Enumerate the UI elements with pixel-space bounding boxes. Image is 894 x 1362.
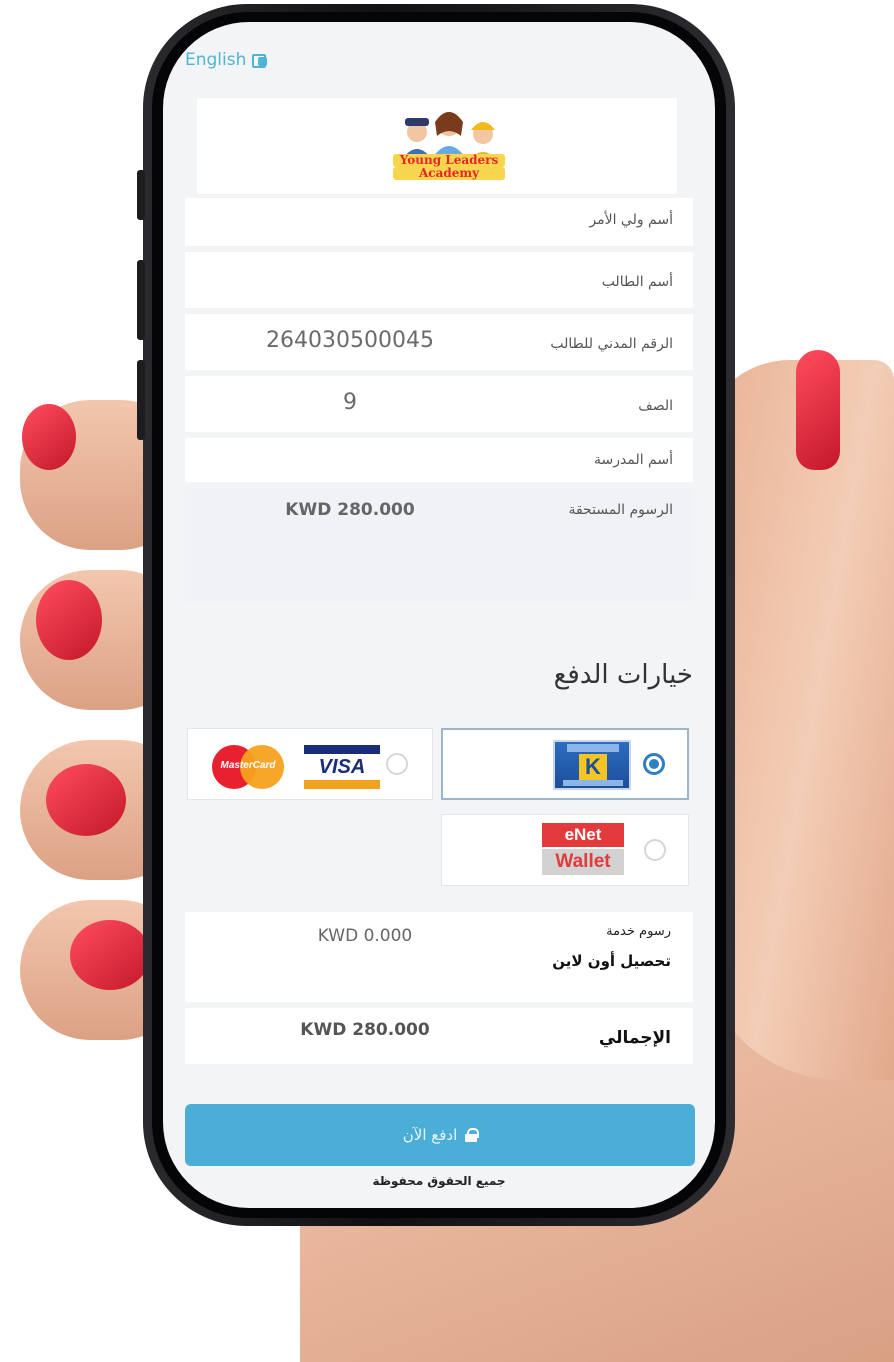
student-name-field[interactable]: أسم الطالب xyxy=(185,252,693,314)
service-fee-label: رسوم خدمة xyxy=(606,924,671,939)
service-fee-sublabel: تحصيل أون لاين xyxy=(552,952,671,970)
school-name-label: أسم المدرسة xyxy=(594,452,673,468)
visa-logo-text: VISA xyxy=(318,756,366,778)
total-label: الإجمالي xyxy=(598,1028,671,1048)
translate-icon xyxy=(252,53,268,68)
guardian-name-label: أسم ولي الأمر xyxy=(589,212,673,228)
language-toggle[interactable]: English xyxy=(185,50,268,70)
grade-field[interactable]: الصف 9 xyxy=(185,376,693,438)
guardian-name-field[interactable]: أسم ولي الأمر xyxy=(185,198,693,252)
language-label: English xyxy=(185,50,247,70)
school-logo-banner: Young Leaders Academy xyxy=(197,98,677,194)
knet-logo-letter: K xyxy=(579,754,607,780)
payment-option-cards[interactable]: VISA MasterCard xyxy=(187,728,433,800)
service-fee-row: رسوم خدمة تحصيل أون لاين KWD 0.000 xyxy=(185,912,693,1008)
fees-due-value: KWD 280.000 xyxy=(285,500,415,520)
finger-nail xyxy=(70,920,150,990)
civil-id-label: الرقم المدني للطالب xyxy=(550,336,673,352)
finger-nail xyxy=(36,580,102,660)
enet-logo-line2: Wallet xyxy=(542,847,624,875)
enet-radio[interactable] xyxy=(644,839,666,861)
pay-now-button[interactable]: ادفع الآن xyxy=(185,1104,695,1166)
grade-value: 9 xyxy=(343,390,357,415)
payment-options-title: خيارات الدفع xyxy=(553,660,693,690)
civil-id-field[interactable]: الرقم المدني للطالب 264030500045 xyxy=(185,314,693,376)
student-form: أسم ولي الأمر أسم الطالب الرقم المدني لل… xyxy=(185,198,693,608)
fees-due-label: الرسوم المستحقة xyxy=(568,502,673,518)
service-fee-value: KWD 0.000 xyxy=(317,926,413,946)
mastercard-logo-text: MasterCard xyxy=(220,760,276,771)
thumb-nail xyxy=(796,350,840,470)
school-name-field[interactable]: أسم المدرسة xyxy=(185,438,693,488)
phone-volume-up xyxy=(137,260,145,340)
enet-logo-line1: eNet xyxy=(542,823,624,847)
school-logo-text: Young Leaders Academy xyxy=(387,154,511,180)
payment-option-knet[interactable]: K xyxy=(441,728,689,800)
visa-logo-icon: VISA xyxy=(304,745,380,789)
knet-radio[interactable] xyxy=(643,753,665,775)
finger-nail xyxy=(22,404,76,470)
total-value: KWD 280.000 xyxy=(300,1020,430,1040)
cards-radio[interactable] xyxy=(386,753,408,775)
civil-id-value: 264030500045 xyxy=(266,328,434,353)
lock-icon xyxy=(465,1128,480,1142)
finger-nail xyxy=(46,764,126,836)
grade-label: الصف xyxy=(638,398,673,414)
fees-due-row: الرسوم المستحقة KWD 280.000 xyxy=(185,488,693,608)
enet-wallet-logo-icon: eNet Wallet xyxy=(542,823,624,875)
payment-summary: رسوم خدمة تحصيل أون لاين KWD 0.000 الإجم… xyxy=(185,912,693,1070)
student-name-label: أسم الطالب xyxy=(601,274,673,290)
total-row: الإجمالي KWD 280.000 xyxy=(185,1008,693,1070)
knet-logo-icon: K xyxy=(553,740,631,790)
payment-option-enet-wallet[interactable]: eNet Wallet xyxy=(441,814,689,886)
phone-screen: English Young Leaders Academy أسم ولي ال… xyxy=(163,22,715,1208)
pay-now-label: ادفع الآن xyxy=(402,1126,458,1144)
phone-volume-down xyxy=(137,360,145,440)
mastercard-logo-icon: MasterCard xyxy=(212,745,284,789)
footer-copyright: جميع الحقوق محفوظة xyxy=(372,1174,506,1188)
phone-mute-switch xyxy=(137,170,145,220)
